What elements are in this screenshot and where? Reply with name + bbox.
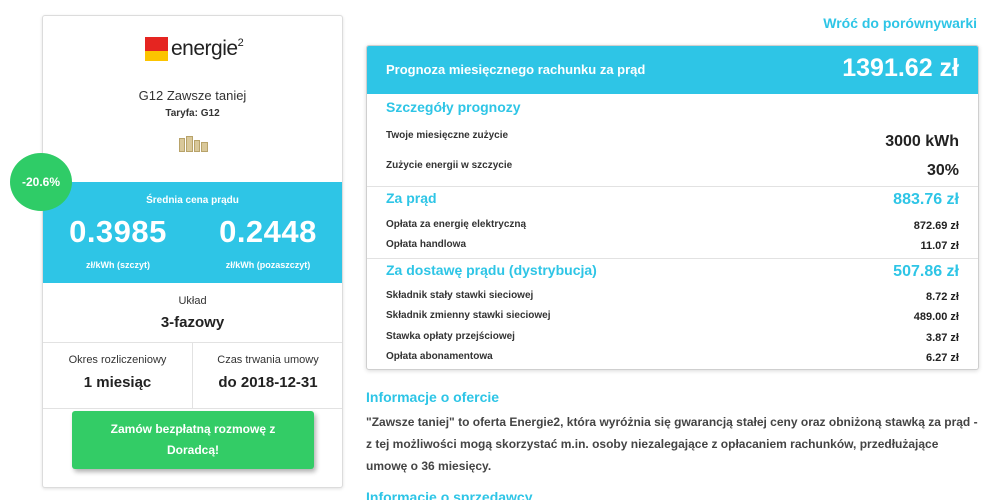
energy-section-total: 883.76 zł: [893, 191, 959, 209]
billing-period-value: 1 miesiąc: [43, 374, 192, 391]
energy-row-label: Opłata za energię elektryczną: [386, 219, 526, 230]
bill-forecast-panel: Prognoza miesięcznego rachunku za prąd 1…: [366, 45, 979, 370]
energy-row-value: 872.69 zł: [914, 220, 959, 232]
system-label: Układ: [43, 295, 342, 307]
energie2-logo: energie2: [145, 36, 243, 62]
offpeak-price: 0.2448: [193, 214, 343, 250]
distribution-section-total: 507.86 zł: [893, 263, 959, 281]
seller-info-title: Informacje o sprzedawcy: [366, 489, 533, 500]
energy-section-title: Za prąd: [386, 190, 437, 206]
peak-price-block: 0.3985 zł/kWh (szczyt): [43, 214, 193, 270]
forecast-total: 1391.62 zł: [842, 54, 959, 83]
peak-price: 0.3985: [43, 214, 193, 250]
divider: [367, 258, 978, 259]
energy-row-label: Opłata handlowa: [386, 239, 466, 250]
distribution-row-value: 8.72 zł: [926, 291, 959, 303]
forecast-details-title: Szczegóły prognozy: [386, 99, 521, 115]
offer-info-title: Informacje o ofercie: [366, 389, 499, 405]
contract-duration-value: do 2018-12-31: [193, 374, 343, 391]
distribution-row-value: 6.27 zł: [926, 352, 959, 364]
average-price-label: Średnia cena prądu: [43, 195, 342, 206]
contract-duration-cell: Czas trwania umowy do 2018-12-31: [193, 343, 343, 409]
distribution-row-label: Stawka opłaty przejściowej: [386, 331, 515, 342]
contract-info-grid: Okres rozliczeniowy 1 miesiąc Czas trwan…: [43, 342, 342, 409]
average-price-band: Średnia cena prądu 0.3985 zł/kWh (szczyt…: [43, 182, 342, 283]
tariff-code: Taryfa: G12: [43, 108, 342, 119]
distribution-row-label: Opłata abonamentowa: [386, 351, 493, 362]
contract-duration-label: Czas trwania umowy: [193, 354, 343, 366]
usage-label: Twoje miesięczne zużycie: [386, 130, 508, 141]
energie2-logo-mark: [145, 37, 168, 61]
offer-card: energie2 G12 Zawsze taniej Taryfa: G12 Ś…: [42, 15, 343, 488]
distribution-row-value: 3.87 zł: [926, 332, 959, 344]
system-value: 3-fazowy: [43, 314, 342, 331]
peak-share-label: Zużycie energii w szczycie: [386, 160, 512, 171]
energy-row-value: 11.07 zł: [920, 240, 959, 252]
offer-info-text: "Zawsze taniej" to oferta Energie2, któr…: [366, 411, 978, 477]
back-to-comparison-link[interactable]: Wróć do porównywarki: [823, 15, 977, 31]
order-consultation-button[interactable]: Zamów bezpłatną rozmowę z Doradcą!: [72, 411, 314, 469]
energie2-logo-text: energie2: [171, 37, 243, 61]
discount-badge: -20.6%: [10, 153, 72, 211]
tariff-name: G12 Zawsze taniej: [43, 88, 342, 103]
distribution-row-value: 489.00 zł: [914, 311, 959, 323]
offpeak-price-block: 0.2448 zł/kWh (pozaszczyt): [193, 214, 343, 270]
billing-period-label: Okres rozliczeniowy: [43, 354, 192, 366]
peak-price-unit: zł/kWh (szczyt): [43, 260, 193, 270]
forecast-header: Prognoza miesięcznego rachunku za prąd 1…: [367, 46, 978, 94]
distribution-row-label: Składnik stały stawki sieciowej: [386, 290, 533, 301]
usage-value: 3000 kWh: [885, 133, 959, 151]
distribution-section-title: Za dostawę prądu (dystrybucja): [386, 262, 597, 278]
divider: [367, 186, 978, 187]
forecast-title: Prognoza miesięcznego rachunku za prąd: [386, 62, 645, 77]
billing-period-cell: Okres rozliczeniowy 1 miesiąc: [43, 343, 193, 409]
building-icon: [179, 136, 209, 152]
distribution-row-label: Składnik zmienny stawki sieciowej: [386, 310, 551, 321]
offpeak-price-unit: zł/kWh (pozaszczyt): [193, 260, 343, 270]
peak-share-value: 30%: [927, 162, 959, 180]
